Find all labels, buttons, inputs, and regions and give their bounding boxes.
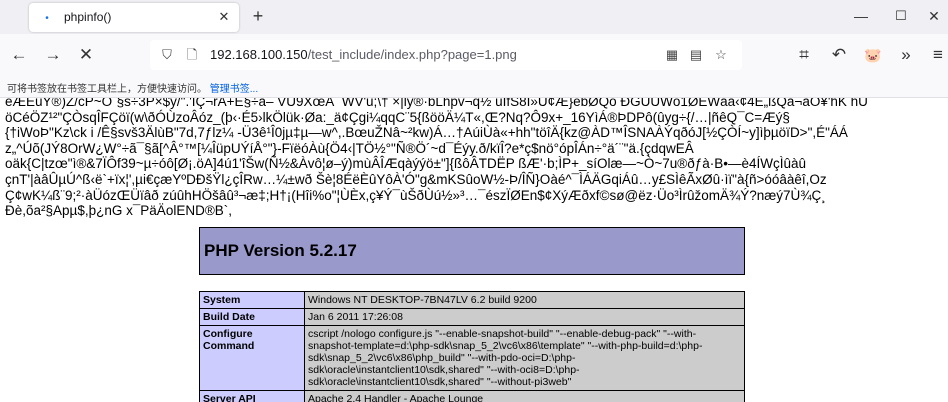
back-arrow-icon[interactable]: ← bbox=[9, 45, 29, 65]
tab-title: phpinfo() bbox=[64, 10, 112, 24]
row-value: Windows NT DESKTOP-7BN47LV 6.2 build 920… bbox=[304, 291, 745, 309]
tab-strip: • phpinfo() ✕ + — ☐ ✕ bbox=[0, 0, 948, 34]
binary-garbage-text: eÆÈûY®)Z/cP~Ó`§s÷3P×$y/".'IÇ¬rA+E§÷ä– VU… bbox=[5, 98, 945, 219]
page-favicon-icon: • bbox=[45, 12, 49, 24]
row-value: Jan 6 2011 17:26:08 bbox=[304, 308, 745, 326]
garbage-line: öCéÖZ¹²"ÇÒsqÎFÇöï(w\ðÓÙzoÂóz_(þ‹·É5›lkÖl… bbox=[5, 109, 790, 125]
table-row: System Windows NT DESKTOP-7BN47LV 6.2 bu… bbox=[199, 291, 745, 309]
close-window-button[interactable]: ✕ bbox=[926, 7, 942, 25]
close-tab-icon[interactable]: ✕ bbox=[215, 8, 233, 26]
row-key: System bbox=[199, 291, 305, 309]
page-info-icon[interactable]: 🗋 bbox=[183, 46, 201, 64]
table-row: Server API Apache 2.4 Handler - Apache L… bbox=[199, 390, 745, 402]
php-version-title: PHP Version 5.2.17 bbox=[204, 241, 357, 260]
bookmarks-toolbar: 可将书签放在书签工具栏上，方便快速访问。 管理书签... bbox=[0, 76, 948, 98]
new-tab-button[interactable]: + bbox=[248, 6, 268, 26]
garbage-line: çnT'|àâÛµÚ^ß‹ë`+ïx¦',µi€çæYºDÐšŸl¿çÎRw…¼… bbox=[5, 171, 827, 187]
row-key: Configure Command bbox=[199, 325, 305, 391]
table-row: Build Date Jan 6 2011 17:26:08 bbox=[199, 308, 745, 326]
undo-icon[interactable]: ↶ bbox=[829, 45, 849, 65]
garbage-line: z„^Úõ(JÝ8OrW¿W°÷ã¯§ã[^Â°™[¼ÎüpUÝíÅ°"}-Fï… bbox=[5, 140, 694, 156]
navigation-bar: ← → ✕ ⛉ 🗋 192.168.100.150/test_include/i… bbox=[0, 34, 948, 76]
minimize-button[interactable]: — bbox=[853, 7, 869, 25]
bookmark-star-icon[interactable]: ☆ bbox=[712, 46, 730, 64]
garbage-line: oäk{C|tzœ"ì®&7ÏÔf39~µ÷óô[Ø¡.öA]4ú1'îŠw(Ñ… bbox=[5, 156, 807, 172]
row-key: Build Date bbox=[199, 308, 305, 326]
garbage-line: Ðè,õa²§Apµ$,þ¿nG x¯PäÄolEND®B`, bbox=[5, 203, 233, 219]
garbage-line: eÆÈûY®)Z/cP~Ó`§s÷3P×$y/".'IÇ¬rA+E§÷ä– VU… bbox=[5, 98, 868, 109]
qr-code-icon[interactable]: ▦ bbox=[663, 46, 681, 64]
crop-screenshot-icon[interactable]: ⌗ bbox=[794, 45, 814, 65]
tab-phpinfo[interactable]: • phpinfo() ✕ bbox=[29, 3, 239, 32]
stop-loading-icon[interactable]: ✕ bbox=[76, 45, 96, 65]
extension-burp-icon[interactable]: 🐷 bbox=[863, 45, 883, 65]
overflow-chevrons-icon[interactable]: » bbox=[896, 45, 916, 65]
php-version-header: PHP Version 5.2.17 bbox=[199, 227, 745, 275]
garbage-line: {†iWoÞ"Kz\ck i /Ê§svš3ÄlùB"7d,7ƒlz¼ -Ü3ê… bbox=[5, 125, 848, 141]
phpinfo-table: System Windows NT DESKTOP-7BN47LV 6.2 bu… bbox=[199, 291, 745, 402]
url-text[interactable]: 192.168.100.150/test_include/index.php?p… bbox=[210, 47, 517, 62]
maximize-button[interactable]: ☐ bbox=[893, 7, 909, 25]
manage-bookmarks-link[interactable]: 管理书签... bbox=[210, 84, 258, 95]
row-value: cscript /nologo configure.js "--enable-s… bbox=[304, 325, 745, 391]
row-key: Server API bbox=[199, 390, 305, 402]
menu-icon[interactable]: ≡ bbox=[928, 45, 948, 65]
table-row: Configure Command cscript /nologo config… bbox=[199, 325, 745, 391]
shield-icon[interactable]: ⛉ bbox=[158, 46, 176, 64]
row-value: Apache 2.4 Handler - Apache Lounge bbox=[304, 390, 745, 402]
bookmarks-hint: 可将书签放在书签工具栏上，方便快速访问。 管理书签... bbox=[7, 84, 259, 95]
garbage-line: Ç¢wK¼ß¨9;²·àÜózŒÜïâð zúûhHÖšâû³¬æ‡;H†¡(H… bbox=[5, 187, 826, 203]
reader-view-icon[interactable]: ▤ bbox=[687, 46, 705, 64]
page-content: eÆÈûY®)Z/cP~Ó`§s÷3P×$y/".'IÇ¬rA+E§÷ä– VU… bbox=[0, 98, 948, 402]
forward-arrow-icon[interactable]: → bbox=[43, 45, 63, 65]
address-bar[interactable]: ⛉ 🗋 192.168.100.150/test_include/index.p… bbox=[150, 40, 742, 70]
